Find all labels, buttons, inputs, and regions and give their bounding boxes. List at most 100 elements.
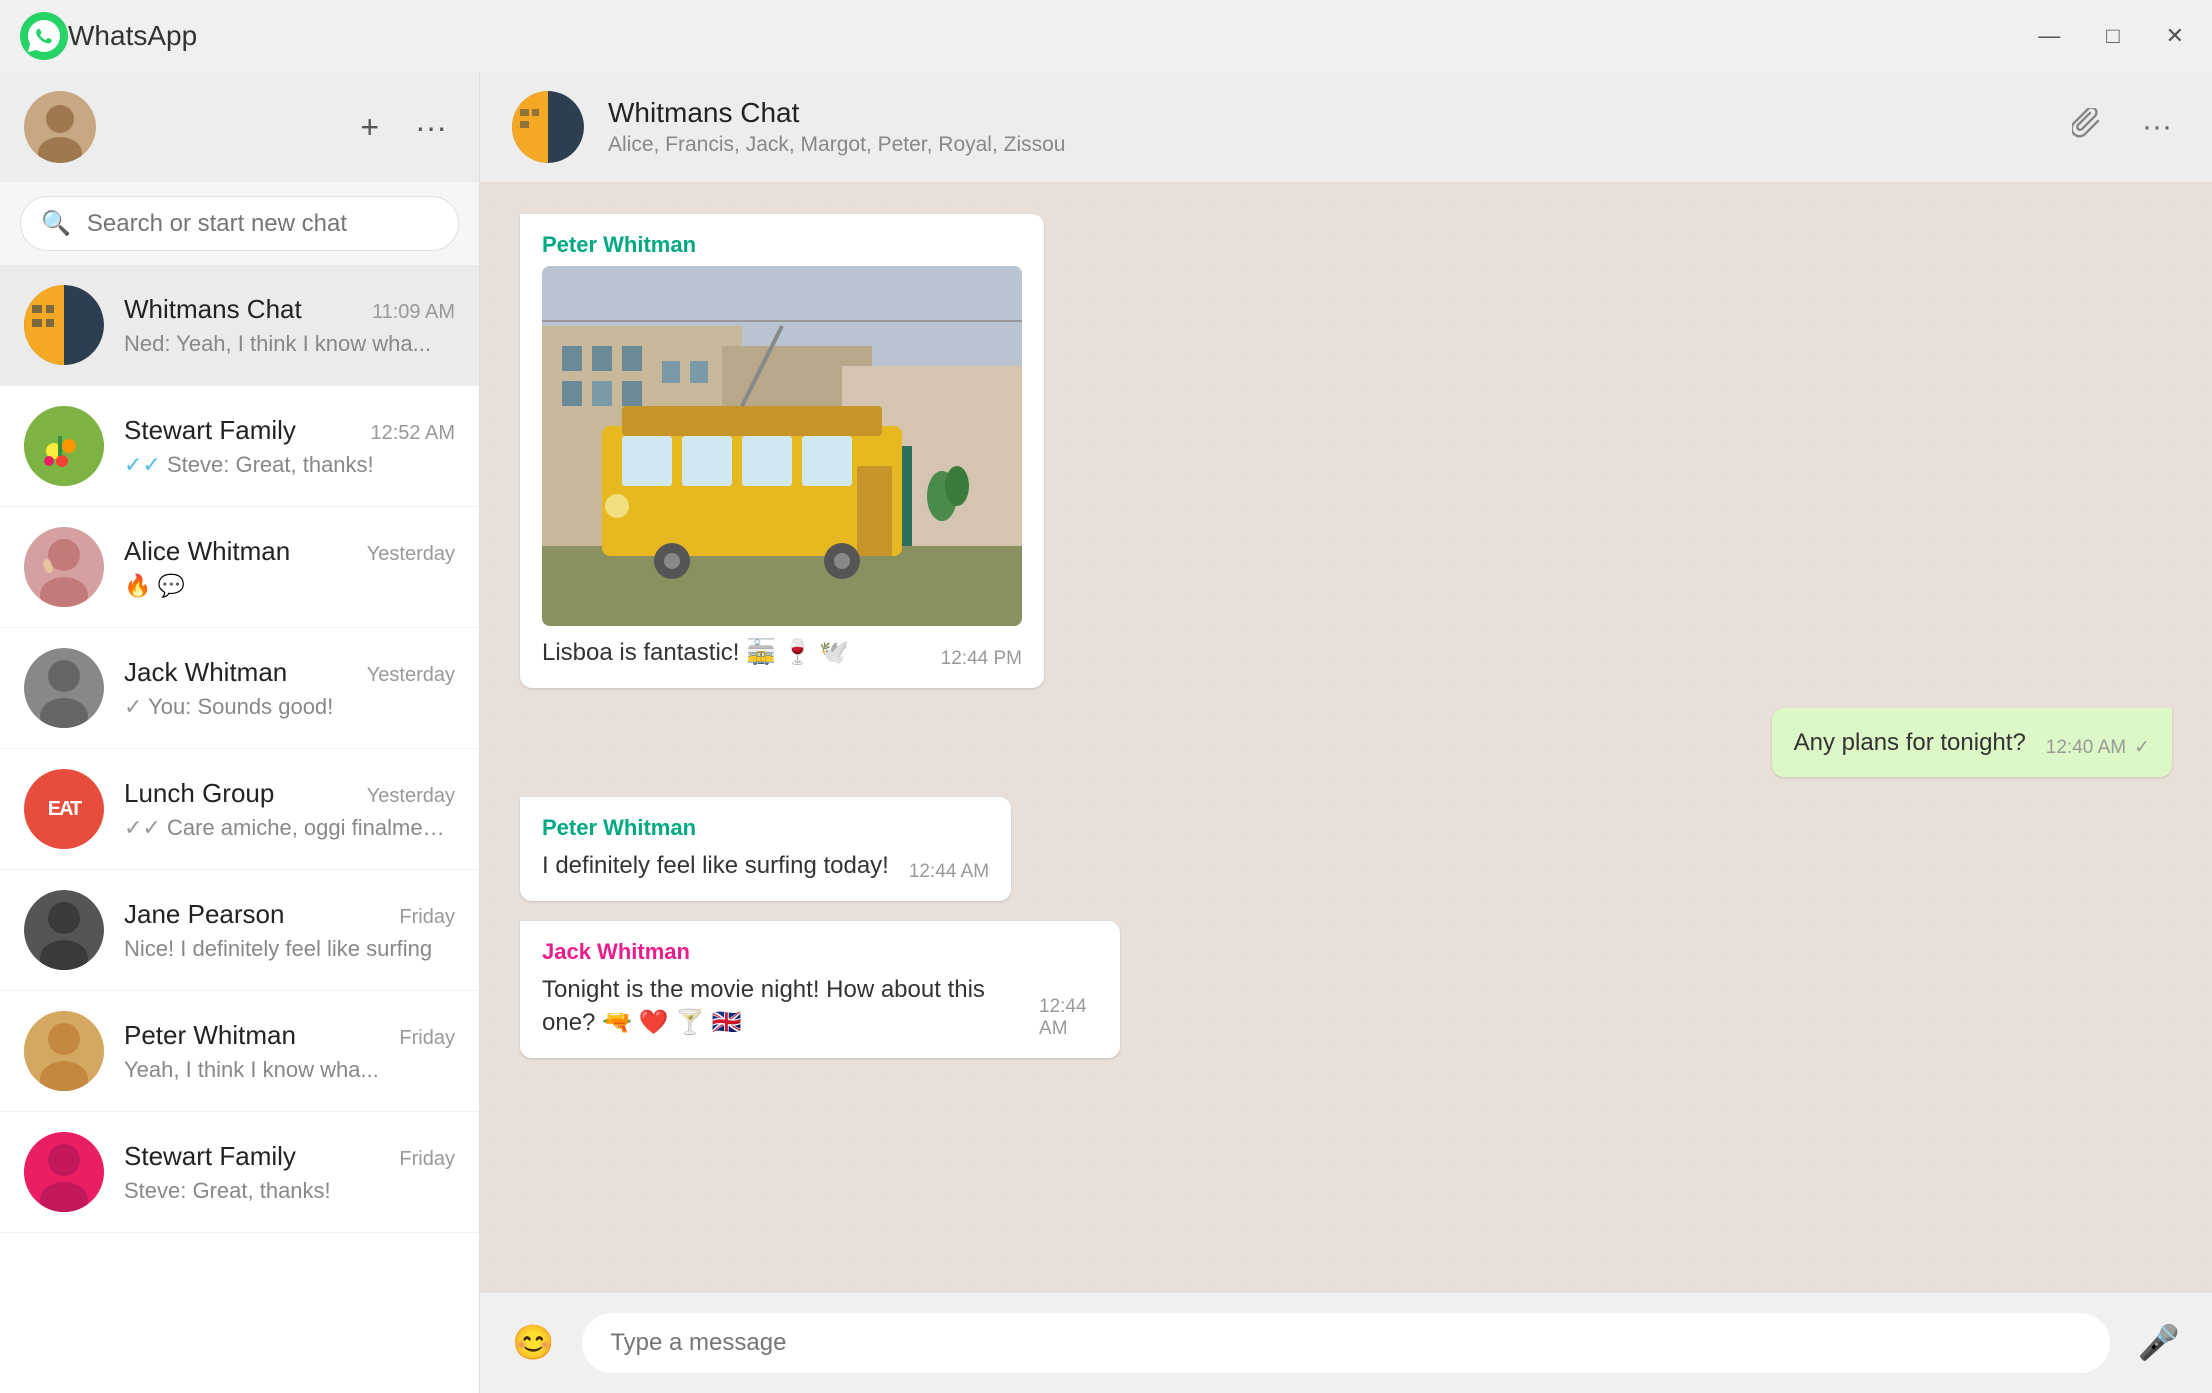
msg-meta-2: 12:40 AM ✓ — [2046, 736, 2150, 759]
msg-text-1: Lisboa is fantastic! 🚋 🍷 🕊️ — [542, 636, 849, 670]
msg-time-3: 12:44 AM — [909, 861, 989, 883]
chat-info-jane: Jane Pearson Friday Nice! I definitely f… — [124, 899, 455, 962]
chat-name-whitmans: Whitmans Chat — [124, 294, 302, 325]
double-grey-tick: ✓✓ — [124, 815, 161, 840]
chat-item-jack[interactable]: Jack Whitman Yesterday ✓ You: Sounds goo… — [0, 628, 479, 749]
chat-header-info: Whitmans Chat Alice, Francis, Jack, Marg… — [608, 97, 2040, 157]
msg-text-4: Tonight is the movie night! How about th… — [542, 973, 1019, 1040]
chat-list: Whitmans Chat 11:09 AM Ned: Yeah, I thin… — [0, 265, 479, 1393]
sender-name-jack-4: Jack Whitman — [542, 939, 1098, 965]
chat-time-jane: Friday — [399, 906, 455, 929]
sender-name-peter-3: Peter Whitman — [542, 815, 989, 841]
chat-name-stewart2: Stewart Family — [124, 1141, 296, 1172]
chat-info-lunch: Lunch Group Yesterday ✓✓ Care amiche, og… — [124, 778, 455, 841]
chat-info-stewart: Stewart Family 12:52 AM ✓✓ Steve: Great,… — [124, 415, 455, 478]
new-chat-button[interactable]: + — [352, 101, 387, 154]
chat-menu-button[interactable]: ··· — [2134, 100, 2180, 154]
chat-name-jane: Jane Pearson — [124, 899, 284, 930]
chat-time-stewart2: Friday — [399, 1148, 455, 1171]
chat-name-jack: Jack Whitman — [124, 657, 287, 688]
chat-preview-stewart2: Steve: Great, thanks! — [124, 1178, 455, 1204]
chat-time-lunch: Yesterday — [367, 785, 455, 808]
chat-header-members: Alice, Francis, Jack, Margot, Peter, Roy… — [608, 133, 2040, 157]
chat-avatar-stewart — [24, 406, 104, 486]
bubble-2: Any plans for tonight? 12:40 AM ✓ — [1772, 708, 2172, 778]
msg-text-2: Any plans for tonight? — [1794, 726, 2026, 760]
chat-name-alice: Alice Whitman — [124, 536, 290, 567]
messages-area: Peter Whitman — [480, 182, 2212, 1293]
chat-avatar-whitmans — [24, 285, 104, 365]
message-input[interactable] — [582, 1313, 2109, 1373]
input-bar: 😊 🎤 — [480, 1293, 2212, 1393]
chat-avatar-lunch: EAT — [24, 769, 104, 849]
chat-item-stewart2[interactable]: Stewart Family Friday Steve: Great, than… — [0, 1112, 479, 1233]
chat-avatar-peter — [24, 1011, 104, 1091]
chat-time-stewart: 12:52 AM — [370, 422, 455, 445]
msg-time-2: 12:40 AM — [2046, 737, 2126, 759]
message-2: Any plans for tonight? 12:40 AM ✓ — [1772, 708, 2172, 778]
chat-info-alice: Alice Whitman Yesterday 🔥 💬 — [124, 536, 455, 599]
msg-tick-2: ✓ — [2134, 736, 2150, 759]
mic-button[interactable]: 🎤 — [2130, 1315, 2188, 1371]
chat-item-whitmans[interactable]: Whitmans Chat 11:09 AM Ned: Yeah, I thin… — [0, 265, 479, 386]
paperclip-button[interactable] — [2064, 100, 2110, 154]
chat-name-lunch: Lunch Group — [124, 778, 274, 809]
msg-text-3: I definitely feel like surfing today! — [542, 849, 889, 883]
minimize-button[interactable]: — — [2030, 15, 2068, 57]
chat-avatar-stewart2 — [24, 1132, 104, 1212]
chat-item-alice[interactable]: Alice Whitman Yesterday 🔥 💬 — [0, 507, 479, 628]
message-4: Jack Whitman Tonight is the movie night!… — [520, 921, 1120, 1058]
chat-header: Whitmans Chat Alice, Francis, Jack, Marg… — [480, 72, 2212, 182]
chat-preview-whitmans: Ned: Yeah, I think I know wha... — [124, 331, 455, 357]
chat-item-lunch[interactable]: EAT Lunch Group Yesterday ✓✓ Care amiche… — [0, 749, 479, 870]
single-tick: ✓ — [124, 694, 142, 719]
close-button[interactable]: ✕ — [2158, 15, 2192, 57]
chat-item-peter[interactable]: Peter Whitman Friday Yeah, I think I kno… — [0, 991, 479, 1112]
chat-item-jane[interactable]: Jane Pearson Friday Nice! I definitely f… — [0, 870, 479, 991]
chat-preview-alice: 🔥 💬 — [124, 573, 455, 599]
chat-info-jack: Jack Whitman Yesterday ✓ You: Sounds goo… — [124, 657, 455, 720]
chat-header-actions: ··· — [2064, 100, 2180, 154]
chat-avatar-jack — [24, 648, 104, 728]
msg-meta-1: 12:44 PM — [941, 648, 1022, 670]
chat-time-peter: Friday — [399, 1027, 455, 1050]
chat-info-whitmans: Whitmans Chat 11:09 AM Ned: Yeah, I thin… — [124, 294, 455, 357]
chat-preview-stewart: ✓✓ Steve: Great, thanks! — [124, 452, 455, 478]
main-container: + ··· 🔍 — [0, 72, 2212, 1393]
chat-preview-lunch: ✓✓ Care amiche, oggi finalmente posso — [124, 815, 455, 841]
chat-avatar-jane — [24, 890, 104, 970]
sidebar-menu-button[interactable]: ··· — [407, 101, 455, 154]
bubble-4: Jack Whitman Tonight is the movie night!… — [520, 921, 1120, 1058]
chat-header-avatar — [512, 91, 584, 163]
chat-info-peter: Peter Whitman Friday Yeah, I think I kno… — [124, 1020, 455, 1083]
msg-time-1: 12:44 PM — [941, 648, 1022, 670]
sidebar: + ··· 🔍 — [0, 72, 480, 1393]
whatsapp-logo — [20, 12, 68, 60]
bubble-3: Peter Whitman I definitely feel like sur… — [520, 797, 1011, 901]
msg-meta-4: 12:44 AM — [1039, 996, 1098, 1040]
app-title: WhatsApp — [68, 20, 2030, 52]
window-controls: — □ ✕ — [2030, 15, 2192, 57]
maximize-button[interactable]: □ — [2098, 15, 2127, 57]
search-input[interactable] — [87, 210, 438, 238]
search-icon: 🔍 — [41, 209, 71, 238]
chat-time-alice: Yesterday — [367, 543, 455, 566]
chat-preview-jane: Nice! I definitely feel like surfing — [124, 936, 455, 962]
msg-time-4: 12:44 AM — [1039, 996, 1098, 1040]
double-blue-tick: ✓✓ — [124, 452, 161, 477]
chat-name-stewart: Stewart Family — [124, 415, 296, 446]
message-3: Peter Whitman I definitely feel like sur… — [520, 797, 1011, 901]
titlebar: WhatsApp — □ ✕ — [0, 0, 2212, 72]
sidebar-header: + ··· — [0, 72, 479, 182]
chat-item-stewart[interactable]: Stewart Family 12:52 AM ✓✓ Steve: Great,… — [0, 386, 479, 507]
sender-name-peter: Peter Whitman — [542, 232, 1022, 258]
chat-time-jack: Yesterday — [367, 664, 455, 687]
chat-preview-jack: ✓ You: Sounds good! — [124, 694, 455, 720]
chat-panel: Whitmans Chat Alice, Francis, Jack, Marg… — [480, 72, 2212, 1393]
user-avatar[interactable] — [24, 91, 96, 163]
emoji-button[interactable]: 😊 — [504, 1315, 562, 1371]
msg-meta-3: 12:44 AM — [909, 861, 989, 883]
search-inner: 🔍 — [20, 196, 459, 251]
chat-name-peter: Peter Whitman — [124, 1020, 296, 1051]
chat-avatar-alice — [24, 527, 104, 607]
